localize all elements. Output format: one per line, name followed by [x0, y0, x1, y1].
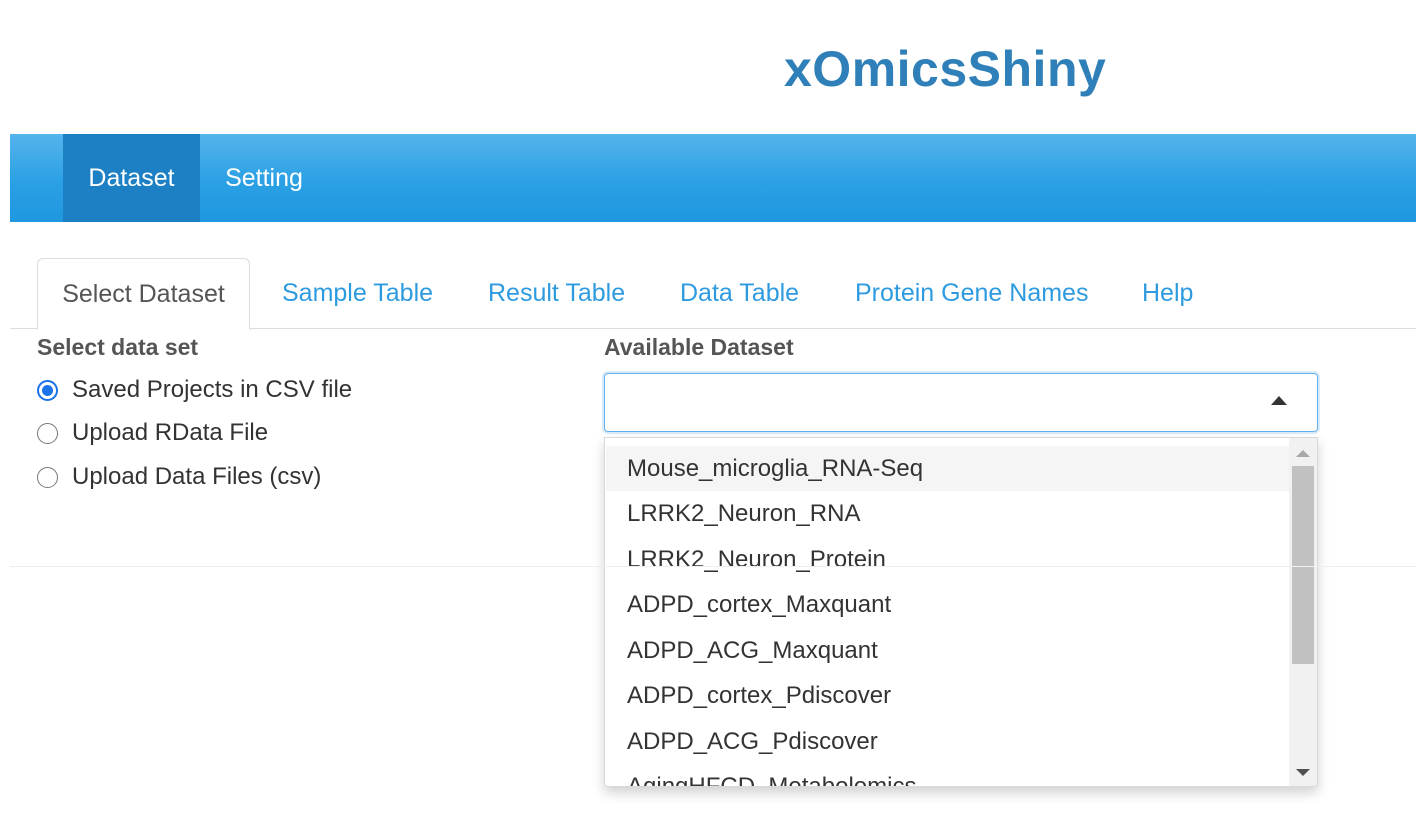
tab-select-dataset[interactable]: Select Dataset [37, 258, 250, 330]
tab-sample-table[interactable]: Sample Table [282, 258, 433, 329]
nav-item-setting[interactable]: Setting [210, 134, 318, 222]
radio-saved-projects[interactable]: Saved Projects in CSV file [37, 375, 352, 405]
tab-protein-gene-names[interactable]: Protein Gene Names [855, 258, 1088, 329]
section-divider [10, 566, 1416, 567]
radio-button[interactable] [37, 422, 58, 444]
radio-button[interactable] [37, 466, 58, 488]
nav-item-dataset[interactable]: Dataset [63, 134, 200, 222]
radio-label: Upload Data Files (csv) [72, 463, 322, 490]
available-dataset-label: Available Dataset [604, 334, 794, 360]
app-title: xOmicsShiny [784, 41, 1107, 97]
dataset-dropdown-menu: Mouse_microglia_RNA-Seq LRRK2_Neuron_RNA… [604, 437, 1318, 787]
radio-upload-csv[interactable]: Upload Data Files (csv) [37, 462, 321, 492]
dropdown-option[interactable]: LRRK2_Neuron_Protein [606, 537, 1290, 582]
dropdown-option[interactable]: ADPD_cortex_Maxquant [606, 582, 1290, 627]
dropdown-option[interactable]: ADPD_ACG_Pdiscover [606, 719, 1290, 764]
tab-result-table[interactable]: Result Table [488, 258, 625, 329]
radio-upload-rdata[interactable]: Upload RData File [37, 418, 268, 448]
tab-bar: Select Dataset Sample Table Result Table… [10, 258, 1416, 330]
radio-button-checked[interactable] [37, 379, 58, 401]
radio-label: Upload RData File [72, 419, 269, 446]
navbar: Dataset Setting [10, 134, 1416, 222]
dropdown-option[interactable]: ADPD_cortex_Pdiscover [606, 673, 1290, 718]
dropdown-scrollbar[interactable] [1289, 438, 1317, 786]
dropdown-option[interactable]: Mouse_microglia_RNA-Seq [606, 446, 1290, 491]
tab-help[interactable]: Help [1142, 258, 1193, 329]
dropdown-option[interactable]: AgingHFCD_Metabolomics [606, 764, 1290, 786]
caret-up-icon [1271, 396, 1287, 405]
tab-data-table[interactable]: Data Table [680, 258, 799, 329]
available-dataset-select[interactable] [604, 373, 1318, 432]
scrollbar-thumb[interactable] [1292, 466, 1314, 664]
scroll-up-arrow-icon[interactable] [1296, 450, 1310, 457]
scroll-down-arrow-icon[interactable] [1296, 769, 1310, 776]
dropdown-option[interactable]: LRRK2_Neuron_RNA [606, 491, 1290, 536]
dropdown-option[interactable]: ADPD_ACG_Maxquant [606, 628, 1290, 673]
select-data-set-label: Select data set [37, 334, 199, 360]
radio-label: Saved Projects in CSV file [72, 376, 353, 403]
